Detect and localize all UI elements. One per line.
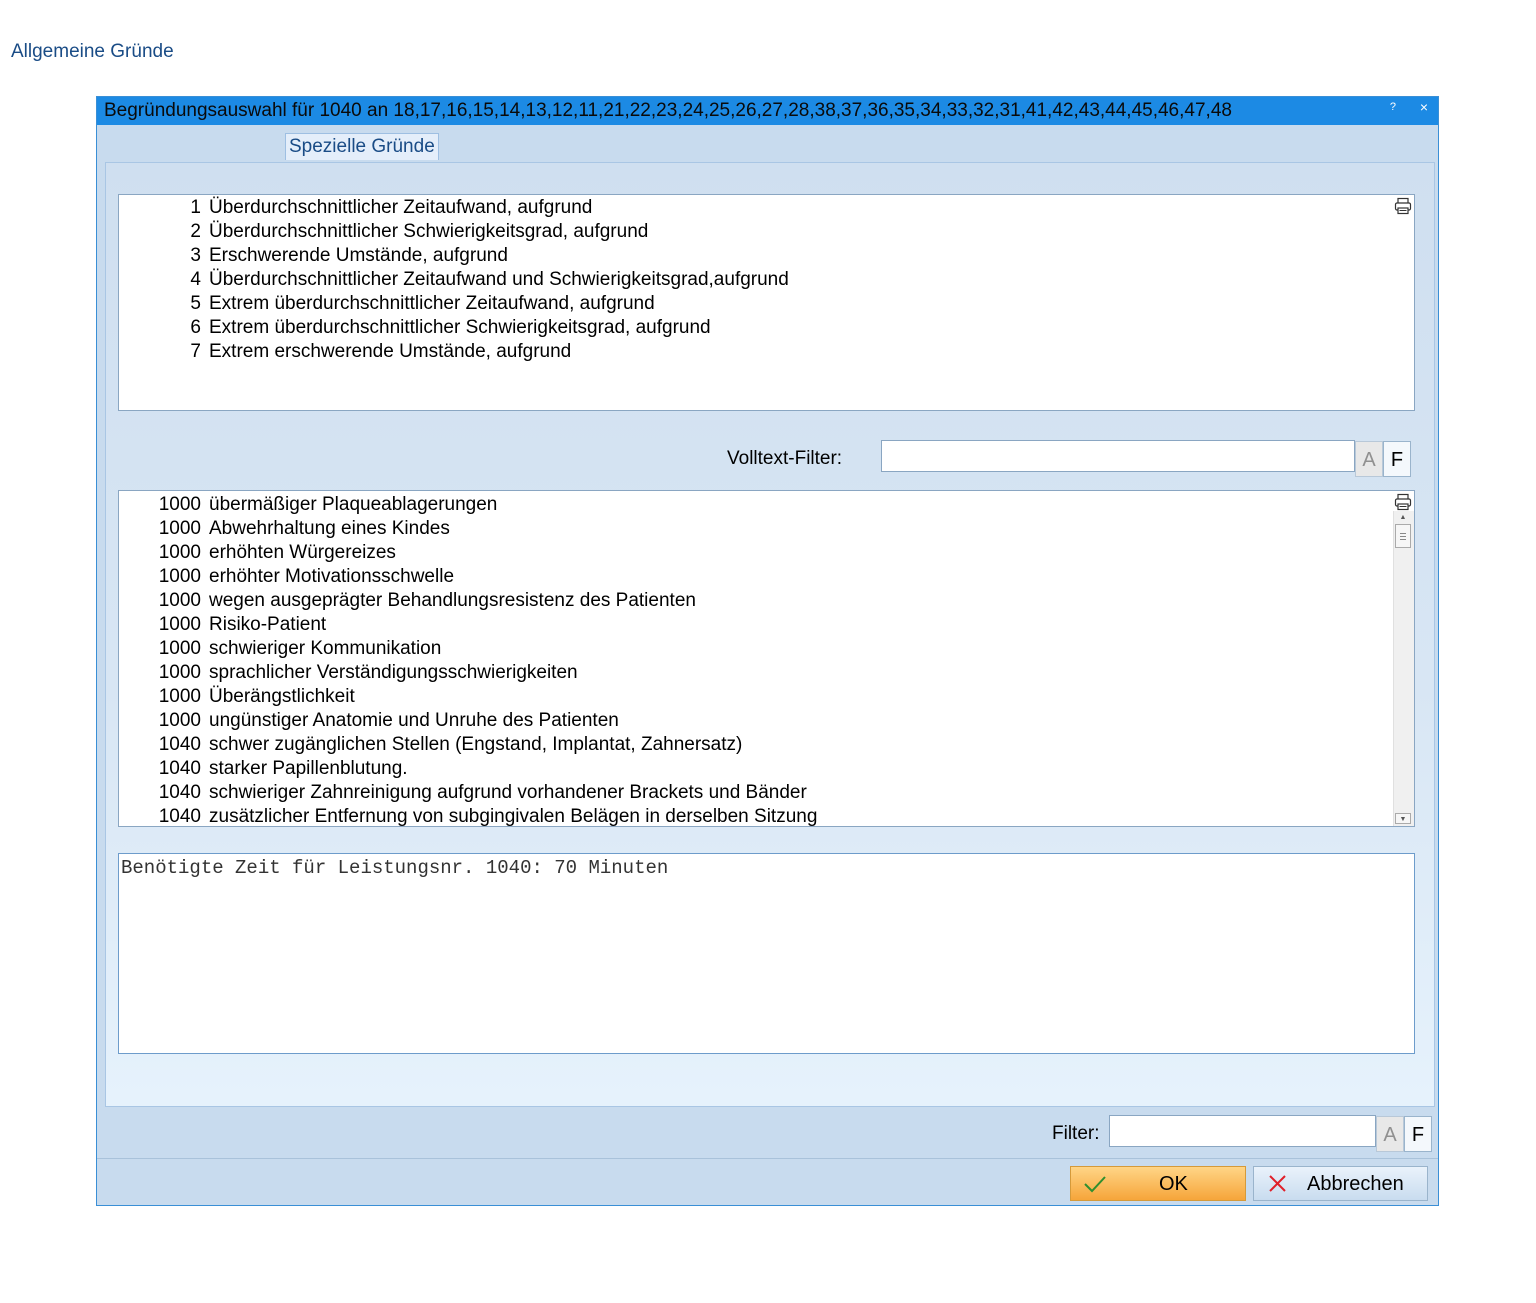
separator [97, 1158, 1438, 1159]
help-button[interactable]: ? [1390, 101, 1396, 113]
window-title: Begründungsauswahl für 1040 an 18,17,16,… [104, 100, 1232, 121]
reason-text: Benötigte Zeit für Leistungsnr. 1040: 70… [121, 857, 669, 879]
filter-a-button[interactable]: A [1376, 1116, 1404, 1152]
details-list[interactable]: 1000 übermäßiger Plaqueablagerungen 1000 A… [118, 490, 1415, 827]
tab-allgemeine-gruende[interactable]: Allgemeine Gründe [11, 41, 174, 63]
printer-icon[interactable] [1394, 493, 1412, 511]
close-window-button[interactable]: × [1420, 100, 1428, 114]
fulltext-filter-input[interactable] [881, 440, 1355, 472]
details-list-scrollbar[interactable] [1393, 511, 1414, 826]
cancel-button-label: Abbrechen [1307, 1173, 1404, 1195]
reasons-list[interactable]: 1 Überdurchschnittlicher Zeitaufwand, auf… [118, 194, 1415, 411]
reason-text-area[interactable]: Benötigte Zeit für Leistungsnr. 1040: 70… [118, 853, 1415, 1054]
scrollbar-thumb[interactable] [1395, 524, 1411, 548]
filter-label: Filter: [1052, 1123, 1100, 1144]
fulltext-filter-f-button[interactable]: F [1383, 441, 1411, 477]
ok-button[interactable]: OK [1070, 1166, 1246, 1201]
scroll-down-button[interactable]: ▼ [1395, 813, 1411, 824]
fulltext-filter-a-button[interactable]: A [1355, 441, 1383, 477]
fulltext-filter-label: Volltext-Filter: [727, 448, 843, 469]
checkmark-icon [1084, 1176, 1106, 1193]
printer-icon[interactable] [1394, 197, 1412, 215]
close-icon [1269, 1175, 1286, 1192]
ok-button-label: OK [1159, 1173, 1188, 1195]
scroll-up-button[interactable]: ▲ [1395, 513, 1411, 523]
cancel-button[interactable]: Abbrechen [1253, 1166, 1428, 1201]
filter-input[interactable] [1109, 1115, 1376, 1147]
tab-spezielle-gruende[interactable]: Spezielle Gründe [285, 133, 439, 160]
filter-f-button[interactable]: F [1404, 1116, 1432, 1152]
title-bar: Begründungsauswahl für 1040 an 18,17,16,… [97, 97, 1438, 125]
